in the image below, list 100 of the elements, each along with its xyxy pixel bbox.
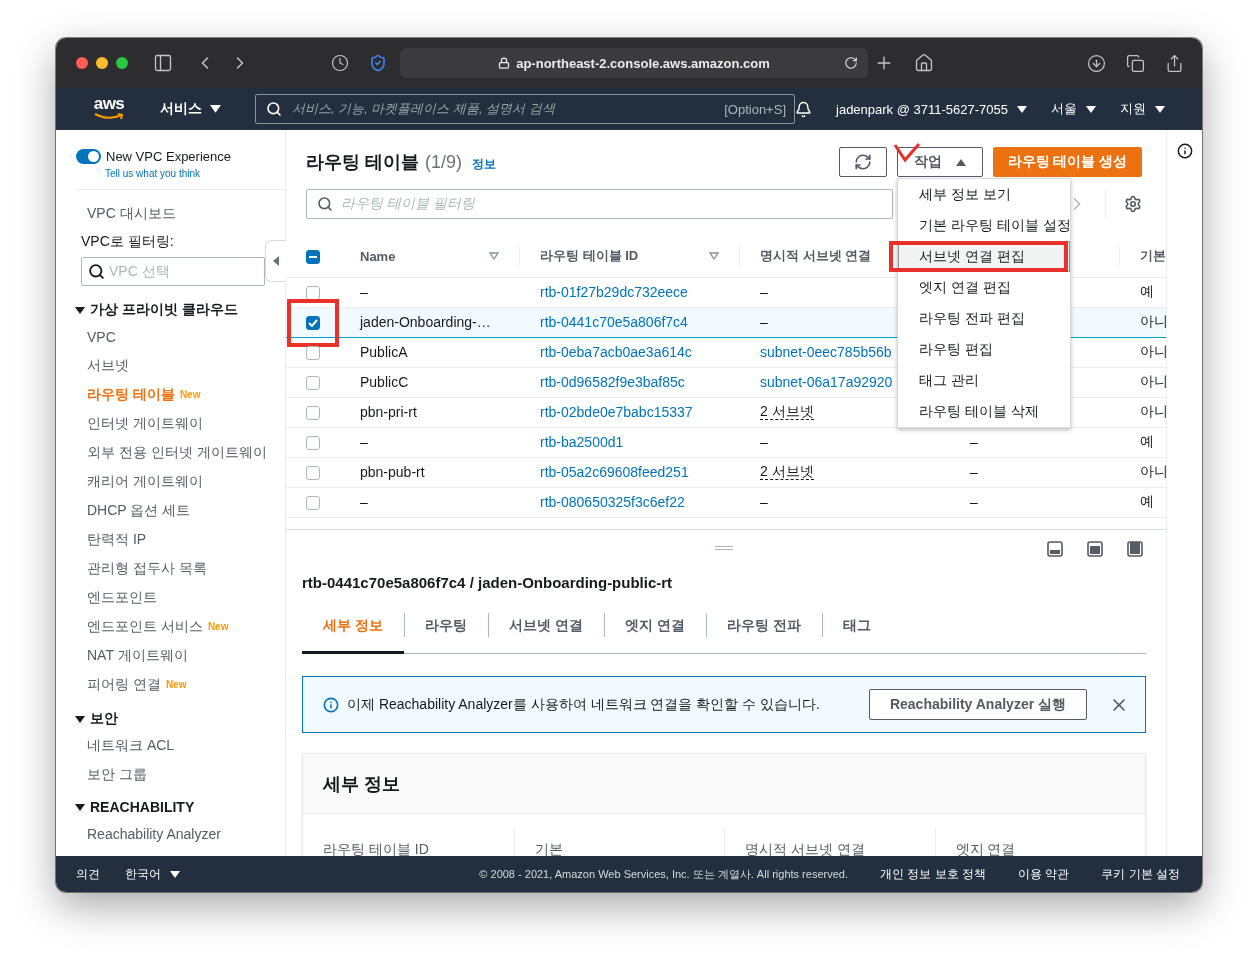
field-label: 엣지 연결 [955,841,1016,856]
tab[interactable]: 서브넷 연결 [487,600,604,654]
search-field[interactable]: 서비스, 기능, 마켓플레이스 제품, 설명서 검색 [Option+S] [255,94,795,124]
split-view-icon[interactable] [1047,541,1063,557]
table-cell: – [360,434,368,450]
section-title[interactable]: 보안 [90,710,118,728]
clock-icon[interactable] [331,54,349,72]
checkbox[interactable] [306,316,320,331]
sidebar-item[interactable]: DHCP 옵션 세트 [56,496,191,525]
sidebar-item[interactable]: 네트워크 ACL [56,731,175,760]
route-table-link[interactable]: rtb-0441c70e5a806f7c4 [540,314,688,330]
menu-item[interactable]: 라우팅 편집 [898,334,1070,365]
download-icon[interactable] [1087,53,1106,73]
checkbox[interactable] [306,346,320,361]
split-view-icon[interactable] [1127,541,1143,557]
checkbox[interactable] [306,406,320,421]
sort-icon[interactable] [709,252,719,261]
reload-icon[interactable] [844,56,858,70]
route-table-link[interactable]: rtb-0eba7acb0ae3a614c [540,344,692,360]
info-link[interactable]: 정보 [472,155,497,173]
drag-handle[interactable] [715,546,733,550]
tab[interactable]: 엣지 연결 [603,600,706,654]
sidebar-item[interactable]: VPC [56,322,116,351]
support-menu[interactable]: 지원 [1120,100,1146,118]
route-table-link[interactable]: rtb-ba2500d1 [540,434,624,450]
info-icon[interactable] [1176,143,1193,159]
route-table-link[interactable]: rtb-02bde0e7babc15337 [540,404,693,420]
sidebar-icon[interactable] [153,53,173,73]
bell-icon[interactable] [795,100,812,118]
share-icon[interactable] [1165,53,1184,73]
column-header[interactable]: 기본 [1140,248,1166,264]
caret-icon[interactable] [75,306,85,314]
caret-icon[interactable] [75,715,85,723]
menu-item[interactable]: 라우팅 전파 편집 [898,303,1070,334]
feedback-link[interactable]: 의견 [76,865,100,883]
menu-item[interactable]: 라우팅 테이블 삭제 [898,396,1070,427]
checkbox[interactable] [306,250,320,265]
checkbox[interactable] [306,436,320,451]
sidebar-item[interactable]: NAT 게이트웨이 [56,641,188,670]
checkbox[interactable] [306,376,320,391]
sidebar-item[interactable]: 탄력적 IP [56,525,147,554]
menu-item[interactable]: 태그 관리 [898,365,1070,396]
column-header[interactable]: 라우팅 테이블 ID [540,247,639,266]
split-view-icon[interactable] [1087,541,1103,557]
route-table-link[interactable]: rtb-05a2c69608feed251 [540,464,689,480]
collapse-handle[interactable] [265,240,286,282]
account-menu[interactable]: jadenpark @ 3711-5627-7055 [836,101,1008,117]
menu-item[interactable]: 엣지 연결 편집 [898,272,1070,303]
menu-item[interactable]: 세부 정보 보기 [898,179,1070,210]
route-table-link[interactable]: rtb-0d96582f9e3baf85c [540,374,685,390]
section-title[interactable]: REACHABILITY [90,799,195,815]
tabs-icon[interactable] [1126,53,1145,73]
minimize-window-button[interactable] [96,57,108,69]
caret-icon[interactable] [75,803,85,811]
services-menu[interactable]: 서비스 [160,100,202,118]
sidebar-item[interactable]: VPC 대시보드 [56,199,176,228]
footer-link[interactable]: 개인 정보 보호 정책 [879,865,986,883]
sidebar-item[interactable]: 엔드포인트 서비스 New [56,612,229,641]
address-bar[interactable]: ap-northeast-2.console.aws.amazon.com [400,48,868,78]
menu-item[interactable]: 기본 라우팅 테이블 설정 [898,210,1070,241]
sidebar-item[interactable]: 캐리어 게이트웨이 [56,467,203,496]
sidebar-item[interactable]: 인터넷 게이트웨이 [56,409,203,438]
close-window-button[interactable] [76,57,88,69]
column-header[interactable]: 명시적 서브넷 연결 [760,247,872,266]
subnet-link[interactable]: subnet-06a17a92920 [760,374,893,390]
section-title[interactable]: 가상 프라이빗 클라우드 [90,301,238,319]
checkbox[interactable] [306,286,320,301]
refresh-button[interactable] [839,147,887,177]
sidebar-item[interactable]: 엔드포인트 [56,583,157,612]
sidebar-item[interactable]: 서브넷 [56,351,129,380]
actions-button[interactable]: 작업 [897,147,983,177]
region-menu[interactable]: 서울 [1051,100,1077,118]
sidebar-item[interactable]: 보안 그룹 [56,760,147,789]
column-header[interactable]: Name [360,248,396,264]
sidebar-item[interactable]: 관리형 접두사 목록 [56,554,207,583]
sort-icon[interactable] [489,252,499,261]
tab[interactable]: 태그 [821,600,892,654]
subnet-count[interactable]: 2 서브넷 [760,463,814,480]
route-table-link[interactable]: rtb-080650325f3c6ef22 [540,494,685,510]
tab[interactable]: 라우팅 [403,600,488,654]
analyzer-button[interactable]: Reachability Analyzer 실행 [868,689,1087,720]
sidebar-item[interactable]: 피어링 연결 New [56,670,187,699]
route-table-link[interactable]: rtb-01f27b29dc732eece [540,284,688,300]
footer-link[interactable]: 이용 약관 [1018,865,1070,883]
feedback-link[interactable]: Tell us what you think [56,168,201,180]
checkbox[interactable] [306,466,320,481]
footer-link[interactable]: 쿠키 기본 설정 [1101,865,1180,883]
language-menu[interactable]: 한국어 [125,865,161,883]
sidebar-item[interactable]: Reachability Analyzer [56,819,221,848]
toggle-switch[interactable] [76,148,101,164]
subnet-link[interactable]: subnet-0eec785b56b [760,344,892,360]
tab[interactable]: 라우팅 전파 [705,600,822,654]
subnet-count[interactable]: 2 서브넷 [760,403,814,420]
home-icon[interactable] [914,53,934,73]
shield-icon[interactable] [369,54,387,72]
settings-icon[interactable] [1124,195,1142,213]
zoom-window-button[interactable] [116,57,128,69]
logo-wordmark[interactable]: aws [93,94,125,113]
sidebar-item[interactable]: 외부 전용 인터넷 게이트웨이 [56,438,267,467]
checkbox[interactable] [306,496,320,511]
